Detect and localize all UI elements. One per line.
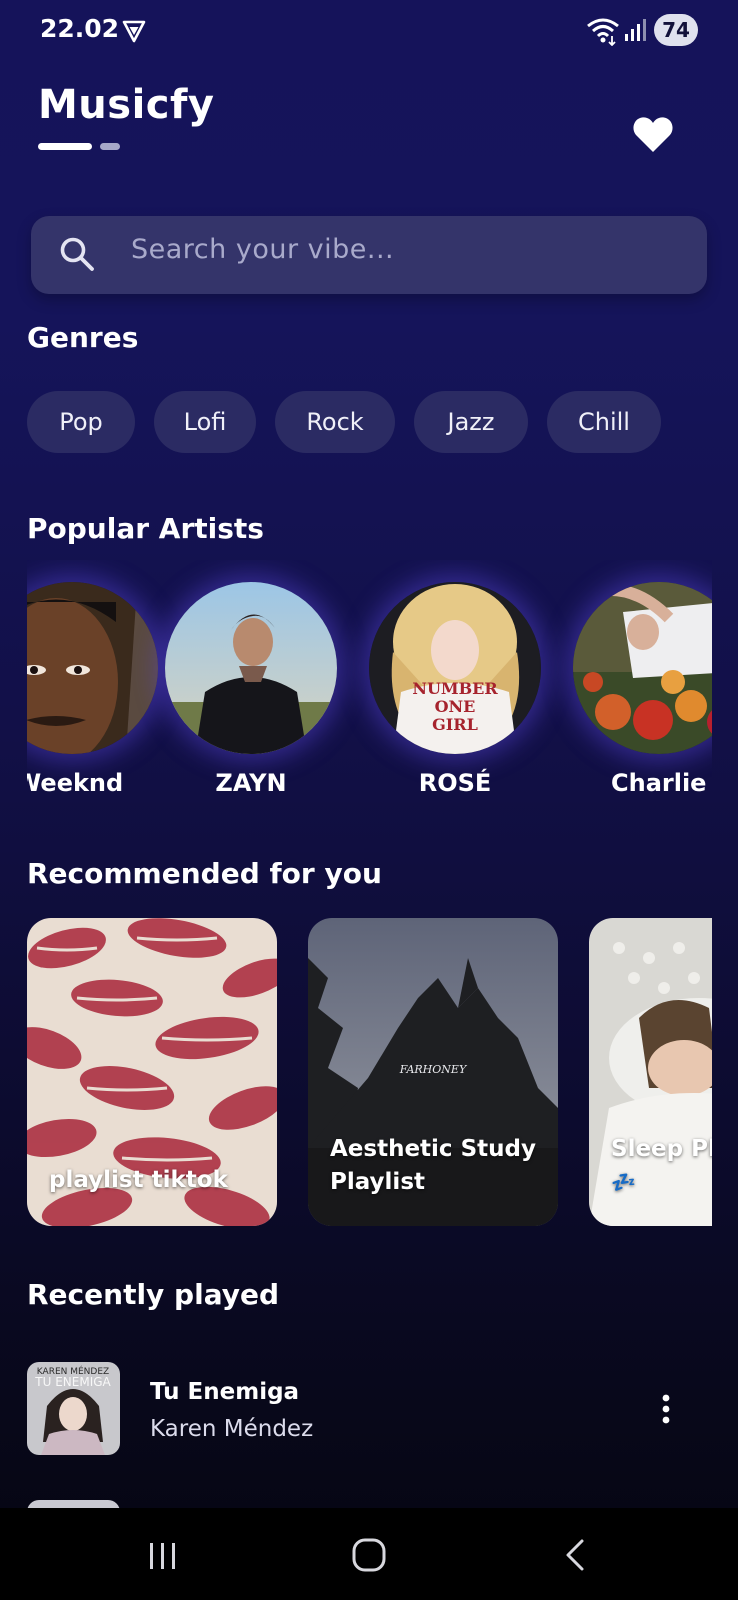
artist-name-rose: ROSÉ — [418, 769, 492, 797]
search-placeholder: Search your vibe... — [131, 234, 395, 265]
recently-played-title: Recently played — [27, 1278, 280, 1311]
svg-text:NUMBER: NUMBER — [412, 679, 498, 698]
wifi-icon — [587, 18, 619, 46]
recent-artist: Karen Méndez — [150, 1416, 314, 1442]
recommended-carousel[interactable]: playlist tiktok FARHONEY Aesthetic Study… — [27, 918, 712, 1228]
search-icon — [60, 237, 94, 271]
artists-carousel[interactable]: Weeknd ZAYN NUMBER ONE GIRL ROSÉ Charlie — [27, 560, 712, 810]
recent-title[interactable]: Tu Enemiga — [150, 1379, 299, 1405]
playlist-card-tiktok[interactable]: playlist tiktok — [27, 918, 277, 1226]
artist-avatar-weeknd[interactable] — [27, 582, 158, 754]
artist-name-zayn: ZAYN — [215, 769, 287, 797]
page-indicator-inactive[interactable] — [100, 143, 120, 150]
artist-avatar-charlie-puth[interactable] — [573, 582, 712, 754]
vpn-icon — [122, 20, 146, 43]
playlist-label-sleep: Sleep Pla 💤 — [611, 1136, 712, 1194]
more-icon[interactable] — [660, 1394, 672, 1424]
recent-cover-tu-enemiga[interactable]: KAREN MÉNDEZ TU ENEMIGA — [27, 1362, 120, 1455]
nav-home-icon[interactable] — [351, 1537, 387, 1573]
artist-name-charlie-puth: Charlie Put — [611, 769, 712, 797]
genre-chip-chill[interactable]: Chill — [547, 391, 661, 453]
genre-chip-lofi[interactable]: Lofi — [154, 391, 256, 453]
heart-icon[interactable] — [632, 114, 674, 154]
playlist-card-aesthetic-study[interactable]: FARHONEY Aesthetic Study Playlist — [308, 918, 558, 1226]
status-time: 22.02 — [40, 14, 120, 43]
page-indicator-active[interactable] — [38, 143, 92, 150]
playlist-label-aesthetic-study: Aesthetic Study Playlist — [330, 1136, 536, 1195]
genres-title: Genres — [27, 321, 139, 354]
artist-avatar-rose[interactable]: NUMBER ONE GIRL — [369, 582, 541, 754]
genre-chip-pop[interactable]: Pop — [27, 391, 135, 453]
svg-text:GIRL: GIRL — [432, 715, 478, 734]
playlist-label-tiktok: playlist tiktok — [49, 1167, 228, 1193]
nav-recents-icon[interactable] — [148, 1541, 178, 1571]
svg-text:TU ENEMIGA: TU ENEMIGA — [34, 1375, 111, 1389]
signal-icon — [625, 19, 646, 41]
svg-text:FARHONEY: FARHONEY — [399, 1063, 468, 1076]
svg-text:ONE: ONE — [435, 697, 476, 716]
artist-avatar-zayn[interactable] — [165, 582, 337, 754]
battery-indicator: 74 — [654, 14, 698, 46]
genre-chip-jazz[interactable]: Jazz — [414, 391, 528, 453]
recommended-title: Recommended for you — [27, 857, 382, 890]
playlist-card-sleep[interactable]: Sleep Pla 💤 — [589, 918, 712, 1226]
app-title: Musicfy — [38, 82, 215, 128]
popular-artists-title: Popular Artists — [27, 512, 264, 545]
nav-back-icon[interactable] — [563, 1538, 587, 1572]
genre-chip-rock[interactable]: Rock — [275, 391, 395, 453]
